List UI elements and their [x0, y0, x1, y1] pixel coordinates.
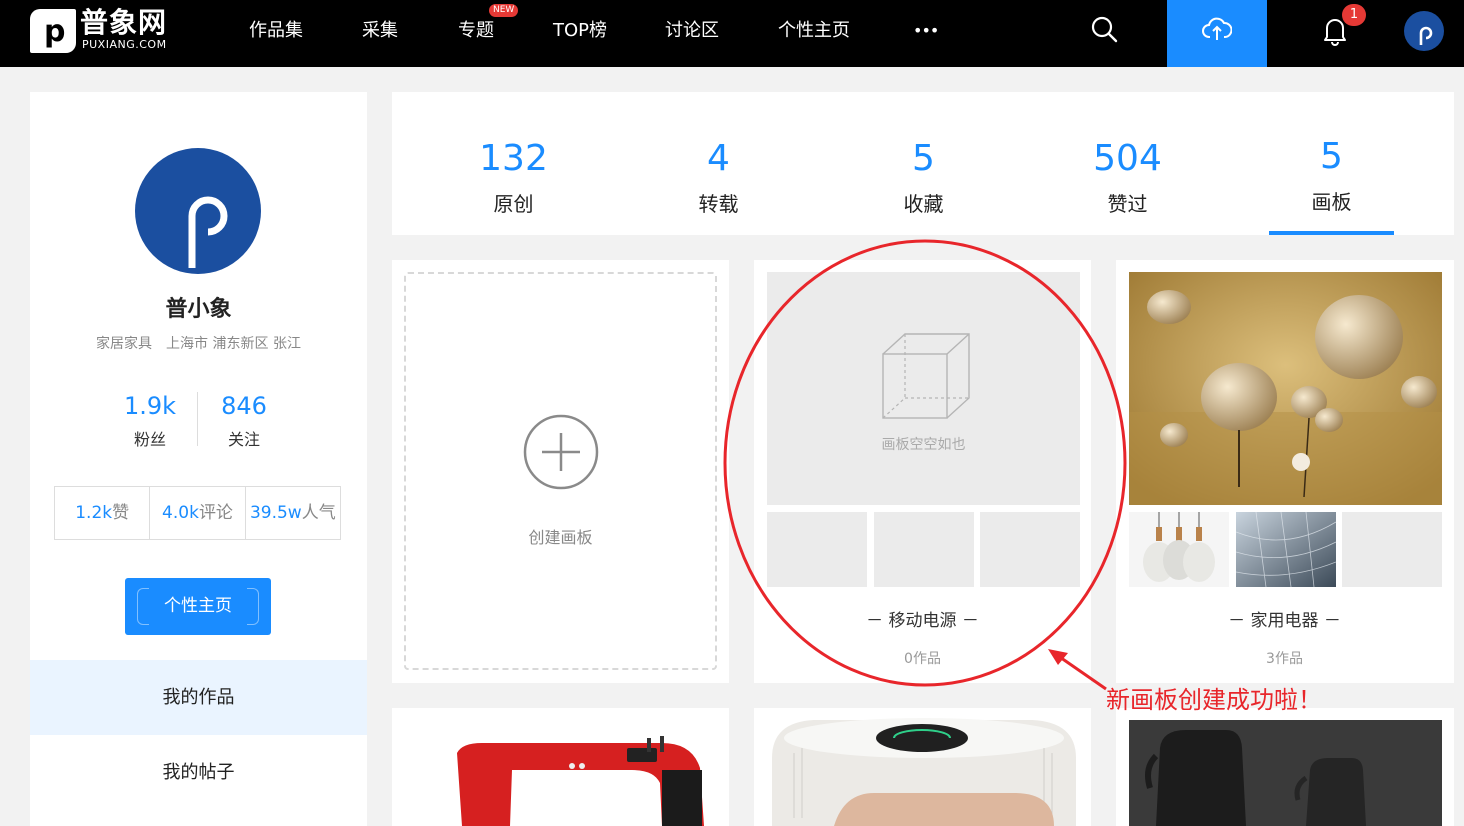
user-avatar[interactable]: [1404, 11, 1444, 51]
nav-more-button[interactable]: •••: [913, 0, 939, 67]
plus-circle-icon: [523, 414, 599, 490]
thumbnail-architecture: [1235, 512, 1336, 587]
thumbnail-placeholder: [1342, 512, 1442, 587]
button-deco-left: [137, 588, 149, 625]
tab-reposts[interactable]: 4 转载: [656, 92, 781, 235]
fans-label: 粉丝: [133, 430, 166, 449]
notification-count-badge: 1: [1342, 4, 1366, 26]
tab-count: 5: [1320, 136, 1343, 177]
search-icon[interactable]: [1090, 15, 1120, 45]
tab-count: 504: [1093, 138, 1162, 179]
logo-text: 普象网: [80, 6, 168, 39]
sewing-machine-photo: [392, 708, 729, 826]
tab-count: 4: [707, 138, 730, 179]
homepage-button-label: 个性主页: [164, 596, 232, 616]
top-nav-bar: p 普象网 PUXIANG.COM 作品集 采集 专题 NEW TOP榜 讨论区…: [0, 0, 1464, 67]
tab-boards[interactable]: 5 画板: [1269, 92, 1394, 235]
create-board-label: 创建画板: [528, 528, 593, 547]
board-card[interactable]: [1116, 708, 1454, 826]
kettle-photo: [1116, 708, 1454, 826]
board-thumbnails: [1129, 512, 1442, 587]
air-purifier-photo: [754, 708, 1091, 826]
menu-item-my-posts[interactable]: 我的帖子: [30, 735, 367, 810]
tab-label: 赞过: [1107, 192, 1148, 216]
nav-item-homepage[interactable]: 个性主页: [778, 0, 850, 67]
popularity-metric: 39.5w人气: [249, 503, 336, 523]
lamp-photo: [1129, 272, 1442, 505]
thumbnail-pendant-lights: [1129, 512, 1229, 587]
tab-label: 原创: [493, 192, 534, 216]
logo-mark: p: [30, 9, 76, 53]
tab-count: 5: [912, 138, 935, 179]
profile-avatar[interactable]: [135, 148, 261, 274]
board-cover-image: [1129, 272, 1442, 505]
create-board-dropzone[interactable]: 创建画板: [404, 272, 717, 670]
board-card[interactable]: [392, 708, 729, 826]
profile-tabs: 132 原创 4 转载 5 收藏 504 赞过 5 画板: [392, 92, 1454, 235]
board-card[interactable]: [754, 708, 1091, 826]
active-tab-underline: [1269, 231, 1394, 235]
tab-label: 转载: [698, 192, 739, 216]
following-count[interactable]: 846: [194, 392, 294, 420]
tab-liked[interactable]: 504 赞过: [1065, 92, 1190, 235]
tab-favorites[interactable]: 5 收藏: [861, 92, 986, 235]
board-work-count: 3作品: [1266, 651, 1303, 667]
nav-item-top-list[interactable]: TOP榜: [553, 0, 607, 67]
board-card[interactable]: － 家用电器 － 3作品: [1116, 260, 1454, 683]
site-logo[interactable]: p 普象网 PUXIANG.COM: [30, 7, 170, 55]
following-label: 关注: [227, 430, 260, 449]
menu-item-my-works[interactable]: 我的作品: [30, 660, 367, 735]
button-deco-right: [247, 588, 259, 625]
new-badge: NEW: [489, 4, 519, 17]
board-name[interactable]: － 家用电器 －: [1116, 606, 1453, 631]
upload-button[interactable]: [1167, 0, 1267, 67]
nav-item-forum[interactable]: 讨论区: [665, 0, 719, 67]
logo-domain: PUXIANG.COM: [82, 38, 167, 51]
nav-item-works[interactable]: 作品集: [249, 0, 303, 67]
profile-username: 普小象: [165, 297, 232, 322]
cloud-upload-icon: [1202, 17, 1232, 40]
annotation-text: 新画板创建成功啦！: [1106, 686, 1322, 714]
likes-metric: 1.2k赞: [55, 487, 151, 539]
highlight-circle: [723, 239, 1127, 687]
profile-metrics: 1.2k赞 4.0k评论 39.5w人气: [54, 486, 341, 540]
tab-label: 画板: [1311, 190, 1352, 214]
create-board-card[interactable]: 创建画板: [392, 260, 729, 683]
annotation-arrow-icon: [1048, 649, 1107, 691]
tab-count: 132: [479, 138, 548, 179]
comments-metric: 4.0k评论: [150, 487, 246, 539]
tab-original[interactable]: 132 原创: [451, 92, 576, 235]
personal-homepage-button[interactable]: 个性主页: [125, 578, 271, 635]
fans-count[interactable]: 1.9k: [100, 392, 200, 420]
nav-item-collect[interactable]: 采集: [362, 0, 398, 67]
profile-card: 普小象 家居家具 上海市 浦东新区 张江 1.9k 粉丝 846 关注 1.2k…: [30, 92, 367, 826]
tab-label: 收藏: [903, 192, 944, 216]
profile-location: 家居家具 上海市 浦东新区 张江: [96, 336, 301, 352]
